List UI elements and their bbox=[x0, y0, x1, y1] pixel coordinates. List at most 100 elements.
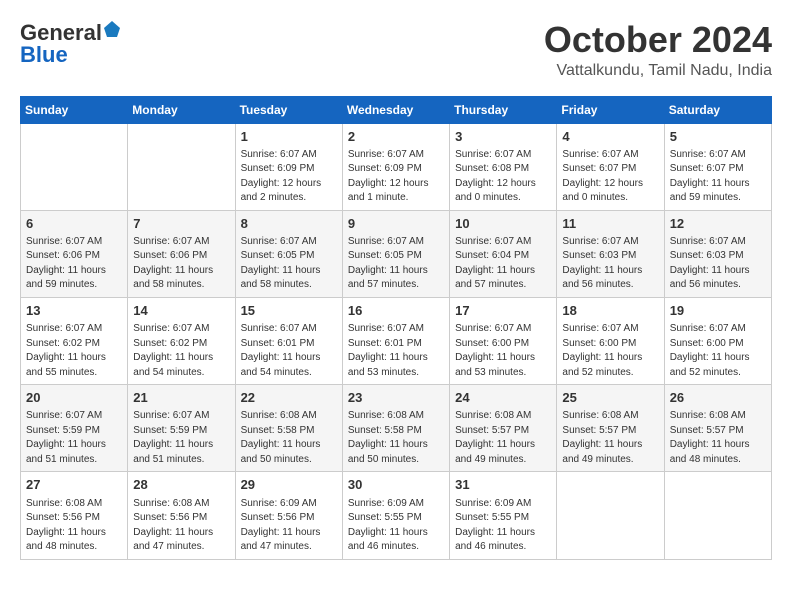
logo: General Blue bbox=[20, 20, 121, 68]
calendar-cell: 10 Sunrise: 6:07 AM Sunset: 6:04 PM Dayli… bbox=[450, 210, 557, 297]
calendar-cell: 6 Sunrise: 6:07 AM Sunset: 6:06 PM Daylig… bbox=[21, 210, 128, 297]
day-number: 27 bbox=[26, 476, 122, 494]
day-info: Sunrise: 6:07 AM Sunset: 6:02 PM Dayligh… bbox=[26, 322, 122, 380]
calendar-cell: 1 Sunrise: 6:07 AM Sunset: 6:09 PM Daylig… bbox=[235, 123, 342, 210]
day-info: Sunrise: 6:08 AM Sunset: 5:57 PM Dayligh… bbox=[670, 409, 766, 467]
day-number: 24 bbox=[455, 389, 551, 407]
day-info: Sunrise: 6:08 AM Sunset: 5:56 PM Dayligh… bbox=[26, 497, 122, 555]
calendar-week-row: 6 Sunrise: 6:07 AM Sunset: 6:06 PM Daylig… bbox=[21, 210, 772, 297]
day-number: 14 bbox=[133, 302, 229, 320]
calendar-cell: 19 Sunrise: 6:07 AM Sunset: 6:00 PM Dayli… bbox=[664, 297, 771, 384]
header-monday: Monday bbox=[128, 96, 235, 123]
calendar-cell: 30Sunrise: 6:09 AM Sunset: 5:55 PM Dayli… bbox=[342, 472, 449, 559]
day-info: Sunrise: 6:07 AM Sunset: 5:59 PM Dayligh… bbox=[133, 409, 229, 467]
calendar-week-row: 1 Sunrise: 6:07 AM Sunset: 6:09 PM Daylig… bbox=[21, 123, 772, 210]
day-number: 19 bbox=[670, 302, 766, 320]
day-info: Sunrise: 6:07 AM Sunset: 6:02 PM Dayligh… bbox=[133, 322, 229, 380]
day-info: Sunrise: 6:07 AM Sunset: 5:59 PM Dayligh… bbox=[26, 409, 122, 467]
day-number: 10 bbox=[455, 215, 551, 233]
day-number: 25 bbox=[562, 389, 658, 407]
logo-text-blue: Blue bbox=[20, 42, 68, 68]
calendar-cell: 14 Sunrise: 6:07 AM Sunset: 6:02 PM Dayli… bbox=[128, 297, 235, 384]
calendar-week-row: 27 Sunrise: 6:08 AM Sunset: 5:56 PM Dayli… bbox=[21, 472, 772, 559]
calendar-cell: 23 Sunrise: 6:08 AM Sunset: 5:58 PM Dayli… bbox=[342, 385, 449, 472]
header-thursday: Thursday bbox=[450, 96, 557, 123]
day-info: Sunrise: 6:08 AM Sunset: 5:58 PM Dayligh… bbox=[348, 409, 444, 467]
day-number: 26 bbox=[670, 389, 766, 407]
day-info: Sunrise: 6:08 AM Sunset: 5:58 PM Dayligh… bbox=[241, 409, 337, 467]
day-info: Sunrise: 6:07 AM Sunset: 6:06 PM Dayligh… bbox=[133, 235, 229, 293]
day-number: 30 bbox=[348, 476, 444, 494]
day-info: Sunrise: 6:07 AM Sunset: 6:07 PM Dayligh… bbox=[670, 148, 766, 206]
calendar-table: SundayMondayTuesdayWednesdayThursdayFrid… bbox=[20, 96, 772, 560]
logo-icon bbox=[103, 20, 121, 38]
calendar-cell: 20 Sunrise: 6:07 AM Sunset: 5:59 PM Dayli… bbox=[21, 385, 128, 472]
calendar-cell: 15 Sunrise: 6:07 AM Sunset: 6:01 PM Dayli… bbox=[235, 297, 342, 384]
day-number: 23 bbox=[348, 389, 444, 407]
calendar-cell: 25Sunrise: 6:08 AM Sunset: 5:57 PM Dayli… bbox=[557, 385, 664, 472]
calendar-cell: 4Sunrise: 6:07 AM Sunset: 6:07 PM Daylig… bbox=[557, 123, 664, 210]
header-sunday: Sunday bbox=[21, 96, 128, 123]
calendar-cell: 26 Sunrise: 6:08 AM Sunset: 5:57 PM Dayli… bbox=[664, 385, 771, 472]
calendar-cell: 13Sunrise: 6:07 AM Sunset: 6:02 PM Dayli… bbox=[21, 297, 128, 384]
day-info: Sunrise: 6:09 AM Sunset: 5:55 PM Dayligh… bbox=[455, 497, 551, 555]
day-number: 21 bbox=[133, 389, 229, 407]
day-number: 8 bbox=[241, 215, 337, 233]
calendar-week-row: 20 Sunrise: 6:07 AM Sunset: 5:59 PM Dayli… bbox=[21, 385, 772, 472]
day-info: Sunrise: 6:07 AM Sunset: 6:07 PM Dayligh… bbox=[562, 148, 658, 206]
day-info: Sunrise: 6:07 AM Sunset: 6:09 PM Dayligh… bbox=[241, 148, 337, 206]
day-info: Sunrise: 6:07 AM Sunset: 6:05 PM Dayligh… bbox=[348, 235, 444, 293]
day-number: 3 bbox=[455, 128, 551, 146]
day-number: 16 bbox=[348, 302, 444, 320]
day-number: 12 bbox=[670, 215, 766, 233]
day-info: Sunrise: 6:07 AM Sunset: 6:03 PM Dayligh… bbox=[562, 235, 658, 293]
calendar-cell bbox=[664, 472, 771, 559]
calendar-cell bbox=[21, 123, 128, 210]
calendar-cell: 9 Sunrise: 6:07 AM Sunset: 6:05 PM Daylig… bbox=[342, 210, 449, 297]
day-number: 18 bbox=[562, 302, 658, 320]
location: Vattalkundu, Tamil Nadu, India bbox=[544, 62, 772, 80]
header-friday: Friday bbox=[557, 96, 664, 123]
calendar-cell: 12Sunrise: 6:07 AM Sunset: 6:03 PM Dayli… bbox=[664, 210, 771, 297]
day-number: 29 bbox=[241, 476, 337, 494]
calendar-cell: 22 Sunrise: 6:08 AM Sunset: 5:58 PM Dayli… bbox=[235, 385, 342, 472]
month-title: October 2024 bbox=[544, 20, 772, 60]
calendar-cell: 18 Sunrise: 6:07 AM Sunset: 6:00 PM Dayli… bbox=[557, 297, 664, 384]
calendar-cell: 5Sunrise: 6:07 AM Sunset: 6:07 PM Daylig… bbox=[664, 123, 771, 210]
title-section: October 2024 Vattalkundu, Tamil Nadu, In… bbox=[544, 20, 772, 80]
day-info: Sunrise: 6:07 AM Sunset: 6:04 PM Dayligh… bbox=[455, 235, 551, 293]
day-number: 11 bbox=[562, 215, 658, 233]
header-saturday: Saturday bbox=[664, 96, 771, 123]
calendar-header-row: SundayMondayTuesdayWednesdayThursdayFrid… bbox=[21, 96, 772, 123]
calendar-cell: 2Sunrise: 6:07 AM Sunset: 6:09 PM Daylig… bbox=[342, 123, 449, 210]
day-number: 15 bbox=[241, 302, 337, 320]
calendar-cell bbox=[128, 123, 235, 210]
day-number: 1 bbox=[241, 128, 337, 146]
day-number: 7 bbox=[133, 215, 229, 233]
day-info: Sunrise: 6:07 AM Sunset: 6:01 PM Dayligh… bbox=[348, 322, 444, 380]
day-info: Sunrise: 6:07 AM Sunset: 6:06 PM Dayligh… bbox=[26, 235, 122, 293]
day-number: 6 bbox=[26, 215, 122, 233]
day-number: 22 bbox=[241, 389, 337, 407]
day-info: Sunrise: 6:07 AM Sunset: 6:00 PM Dayligh… bbox=[562, 322, 658, 380]
day-number: 20 bbox=[26, 389, 122, 407]
calendar-cell: 21 Sunrise: 6:07 AM Sunset: 5:59 PM Dayli… bbox=[128, 385, 235, 472]
day-info: Sunrise: 6:07 AM Sunset: 6:05 PM Dayligh… bbox=[241, 235, 337, 293]
calendar-cell: 29 Sunrise: 6:09 AM Sunset: 5:56 PM Dayli… bbox=[235, 472, 342, 559]
day-number: 17 bbox=[455, 302, 551, 320]
day-info: Sunrise: 6:09 AM Sunset: 5:56 PM Dayligh… bbox=[241, 497, 337, 555]
day-info: Sunrise: 6:08 AM Sunset: 5:56 PM Dayligh… bbox=[133, 497, 229, 555]
calendar-cell: 7 Sunrise: 6:07 AM Sunset: 6:06 PM Daylig… bbox=[128, 210, 235, 297]
calendar-week-row: 13Sunrise: 6:07 AM Sunset: 6:02 PM Dayli… bbox=[21, 297, 772, 384]
day-info: Sunrise: 6:07 AM Sunset: 6:08 PM Dayligh… bbox=[455, 148, 551, 206]
calendar-cell: 11 Sunrise: 6:07 AM Sunset: 6:03 PM Dayli… bbox=[557, 210, 664, 297]
calendar-cell: 28Sunrise: 6:08 AM Sunset: 5:56 PM Dayli… bbox=[128, 472, 235, 559]
calendar-cell: 16 Sunrise: 6:07 AM Sunset: 6:01 PM Dayli… bbox=[342, 297, 449, 384]
day-info: Sunrise: 6:07 AM Sunset: 6:01 PM Dayligh… bbox=[241, 322, 337, 380]
day-info: Sunrise: 6:07 AM Sunset: 6:09 PM Dayligh… bbox=[348, 148, 444, 206]
calendar-cell: 24Sunrise: 6:08 AM Sunset: 5:57 PM Dayli… bbox=[450, 385, 557, 472]
day-info: Sunrise: 6:07 AM Sunset: 6:00 PM Dayligh… bbox=[670, 322, 766, 380]
day-number: 31 bbox=[455, 476, 551, 494]
calendar-cell: 17Sunrise: 6:07 AM Sunset: 6:00 PM Dayli… bbox=[450, 297, 557, 384]
day-number: 9 bbox=[348, 215, 444, 233]
